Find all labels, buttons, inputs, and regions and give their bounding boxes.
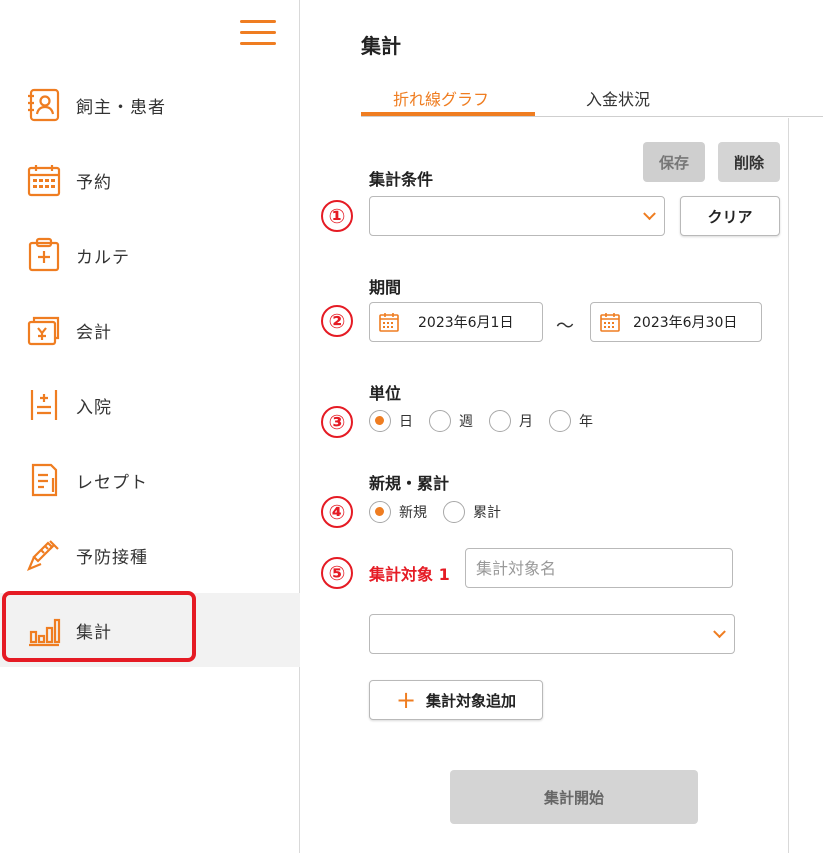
radio-label: 累計 [473, 505, 501, 521]
delete-button[interactable]: 削除 [718, 142, 780, 182]
target-select[interactable] [369, 614, 735, 654]
unit-radio-day[interactable]: 日 [369, 410, 413, 432]
unit-radio-month[interactable]: 月 [489, 410, 533, 432]
calendar-icon [24, 160, 64, 200]
newcum-label: 新規・累計 [369, 474, 450, 493]
target-name-input[interactable] [465, 548, 733, 588]
receipt-icon [24, 460, 64, 500]
target-label: 集計対象 1 [369, 565, 450, 584]
page-title: 集計 [361, 34, 401, 58]
sidebar-item-label: レセプト [76, 472, 148, 493]
unit-radio-week[interactable]: 週 [429, 410, 473, 432]
sidebar-item-aggregation[interactable]: 集計 [0, 593, 300, 667]
sidebar-item-label: 予防接種 [76, 547, 148, 568]
date-from-field[interactable]: 2023年6月1日 [369, 302, 543, 342]
calendar-icon [600, 313, 620, 332]
date-from-value: 2023年6月1日 [418, 315, 514, 331]
marker-3: ③ [321, 406, 353, 438]
save-button[interactable]: 保存 [643, 142, 705, 182]
chevron-down-icon [643, 207, 656, 221]
accounting-icon [24, 310, 64, 350]
unit-radio-year[interactable]: 年 [549, 410, 593, 432]
medical-record-icon [24, 235, 64, 275]
sidebar-item-label: 予約 [76, 172, 112, 193]
chevron-down-icon [713, 625, 726, 639]
sidebar-item-label: 飼主・患者 [76, 97, 166, 118]
newcum-radio-group: 新規 累計 [369, 501, 517, 523]
active-tab-indicator [361, 112, 535, 116]
marker-2: ② [321, 305, 353, 337]
tab-payment-status[interactable]: 入金状況 [586, 86, 650, 110]
sidebar-item-label: 集計 [76, 622, 112, 643]
syringe-icon [24, 535, 64, 575]
marker-5: ⑤ [321, 557, 353, 589]
radio-label: 年 [579, 414, 593, 430]
calendar-icon [379, 313, 399, 332]
radio-label: 週 [459, 414, 473, 430]
sidebar-item-reservation[interactable]: 予約 [0, 143, 300, 217]
unit-label: 単位 [369, 384, 402, 403]
date-separator: ～ [556, 316, 574, 337]
tab-bar: 折れ線グラフ 入金状況 [361, 80, 823, 117]
marker-4: ④ [321, 496, 353, 528]
radio-indicator [549, 410, 571, 432]
period-label: 期間 [369, 278, 402, 297]
conditions-label: 集計条件 [369, 170, 434, 189]
radio-indicator [443, 501, 465, 523]
date-to-value: 2023年6月30日 [633, 315, 738, 331]
start-aggregation-button[interactable]: 集計開始 [450, 770, 698, 824]
newcum-radio-new[interactable]: 新規 [369, 501, 427, 523]
conditions-select[interactable] [369, 196, 665, 236]
sidebar-item-hospitalization[interactable]: 入院 [0, 368, 300, 442]
radio-indicator [489, 410, 511, 432]
patient-card-icon [24, 85, 64, 125]
sidebar-item-chart[interactable]: カルテ [0, 218, 300, 292]
add-target-label: 集計対象追加 [426, 691, 517, 710]
radio-label: 月 [519, 414, 533, 430]
sidebar-item-label: 入院 [76, 397, 112, 418]
main-panel: 集計 折れ線グラフ 入金状況 保存 削除 集計条件 ① クリア 期間 ② 202… [301, 0, 823, 853]
plus-icon: + [395, 686, 417, 714]
radio-label: 日 [399, 414, 413, 430]
hospitalization-icon [24, 385, 64, 425]
radio-indicator [369, 501, 391, 523]
marker-1: ① [321, 200, 353, 232]
radio-indicator [429, 410, 451, 432]
add-target-button[interactable]: + 集計対象追加 [369, 680, 543, 720]
sidebar-item-label: 会計 [76, 322, 112, 343]
sidebar-item-receipt[interactable]: レセプト [0, 443, 300, 517]
sidebar-item-accounting[interactable]: 会計 [0, 293, 300, 367]
panel-divider [788, 118, 789, 853]
sidebar: 飼主・患者 予約 カルテ 会計 入院 レセプト 予防接種 集計 [0, 0, 300, 853]
tab-line-graph[interactable]: 折れ線グラフ [393, 86, 489, 110]
bar-chart-icon [24, 610, 64, 650]
newcum-radio-cumulative[interactable]: 累計 [443, 501, 501, 523]
sidebar-item-label: カルテ [76, 247, 130, 268]
date-to-field[interactable]: 2023年6月30日 [590, 302, 762, 342]
hamburger-menu-icon[interactable] [240, 20, 276, 46]
sidebar-item-vaccination[interactable]: 予防接種 [0, 518, 300, 592]
sidebar-item-owner-patient[interactable]: 飼主・患者 [0, 68, 300, 142]
unit-radio-group: 日 週 月 年 [369, 410, 609, 432]
radio-indicator [369, 410, 391, 432]
clear-button[interactable]: クリア [680, 196, 780, 236]
radio-label: 新規 [399, 505, 427, 521]
